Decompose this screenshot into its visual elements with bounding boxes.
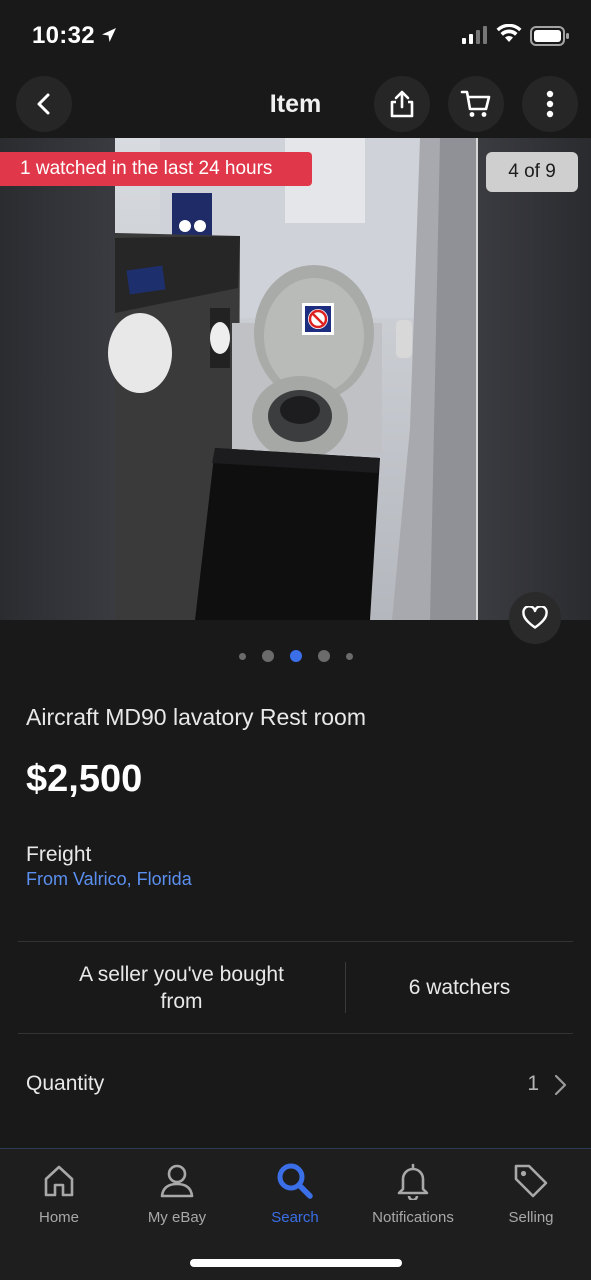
wifi-icon xyxy=(496,24,522,42)
add-to-watchlist-button[interactable] xyxy=(509,592,561,644)
cart-button[interactable] xyxy=(448,76,504,132)
watch-activity-banner: 1 watched in the last 24 hours xyxy=(0,152,312,186)
search-icon xyxy=(277,1163,313,1199)
tab-home-label: Home xyxy=(38,1209,79,1226)
cellular-signal-icon xyxy=(462,26,487,44)
location-arrow-icon xyxy=(102,28,116,42)
seller-history-note: A seller you've bought from xyxy=(79,962,284,1013)
item-price: $2,500 xyxy=(26,758,143,800)
home-icon xyxy=(44,1165,74,1197)
back-button[interactable] xyxy=(16,76,72,132)
shipping-method: Freight xyxy=(26,843,92,866)
status-bar: 10:32 xyxy=(0,0,591,72)
battery-icon xyxy=(530,26,569,46)
user-icon xyxy=(160,1164,194,1198)
tab-home[interactable]: Home xyxy=(0,1159,118,1226)
tab-search[interactable]: Search xyxy=(236,1159,354,1226)
pagination-dot-active[interactable] xyxy=(289,650,302,662)
item-photo xyxy=(0,138,591,620)
tab-search-label: Search xyxy=(271,1209,319,1226)
bell-icon xyxy=(397,1163,429,1200)
tab-notifications-label: Notifications xyxy=(372,1209,454,1226)
cart-icon xyxy=(460,90,491,117)
tab-notifications[interactable]: Notifications xyxy=(354,1159,472,1226)
more-icon xyxy=(546,90,554,118)
quantity-label: Quantity xyxy=(26,1072,105,1095)
seller-stats-row: A seller you've bought from 6 watchers xyxy=(18,942,573,1033)
more-options-button[interactable] xyxy=(522,76,578,132)
share-icon xyxy=(390,90,414,118)
item-photo-gallery[interactable]: 1 watched in the last 24 hours 4 of 9 xyxy=(0,138,591,620)
tab-selling[interactable]: Selling xyxy=(472,1159,590,1226)
status-time: 10:32 xyxy=(32,22,95,49)
chevron-right-icon xyxy=(554,1074,567,1096)
quantity-value: 1 xyxy=(527,1072,539,1095)
top-nav-bar: Item xyxy=(0,72,591,138)
watchers-count: 6 watchers xyxy=(408,976,511,999)
pagination-dot[interactable] xyxy=(345,652,353,660)
tag-icon xyxy=(514,1164,548,1198)
back-icon xyxy=(37,93,50,115)
gallery-pagination-dots[interactable] xyxy=(0,649,591,663)
image-counter-badge: 4 of 9 xyxy=(486,152,578,192)
tab-my-ebay[interactable]: My eBay xyxy=(118,1159,236,1226)
tab-my-ebay-label: My eBay xyxy=(147,1209,207,1226)
quantity-row[interactable]: Quantity 1 xyxy=(0,1034,591,1134)
item-location-link[interactable]: From Valrico, Florida xyxy=(26,869,192,890)
pagination-dot[interactable] xyxy=(261,650,274,662)
tab-selling-label: Selling xyxy=(508,1209,554,1226)
home-indicator[interactable] xyxy=(190,1259,402,1267)
share-button[interactable] xyxy=(374,76,430,132)
pagination-dot[interactable] xyxy=(317,650,330,662)
item-title: Aircraft MD90 lavatory Rest room xyxy=(26,704,366,730)
pagination-dot[interactable] xyxy=(238,652,246,660)
heart-icon xyxy=(522,606,548,629)
